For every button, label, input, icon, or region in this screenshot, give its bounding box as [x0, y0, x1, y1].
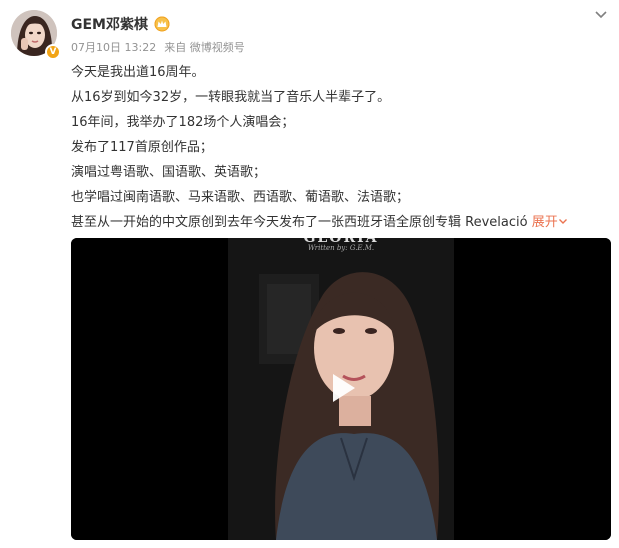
verified-badge-icon: V: [45, 44, 61, 60]
post-text-line: 发布了117首原创作品；: [71, 140, 213, 155]
source-name[interactable]: 微博视频号: [190, 41, 245, 54]
post-meta: 07月10日 13:22 来自 微博视频号: [71, 39, 245, 55]
expand-chevron-icon[interactable]: [558, 216, 568, 226]
expand-link[interactable]: 展开: [532, 215, 568, 230]
post-text-line: 也学唱过闽南语歌、马来语歌、西语歌、葡语歌、法语歌；: [71, 190, 410, 205]
post-text-line: 演唱过粤语歌、国语歌、英语歌；: [71, 165, 267, 180]
expand-label[interactable]: 展开: [532, 215, 558, 230]
post-text: 今天是我出道16周年。 从16岁到如今32岁，一转眼我就当了音乐人半辈子了。 1…: [71, 60, 611, 235]
video-player[interactable]: GLORIA Written by: G.E.M.: [71, 238, 611, 540]
author-name-row: GEM邓紫棋: [71, 14, 170, 34]
post-text-line: 从16岁到如今32岁，一转眼我就当了音乐人半辈子了。: [71, 90, 391, 105]
play-icon[interactable]: [317, 364, 365, 412]
post-text-line-last: 甚至从一开始的中文原创到去年今天发布了一张西班牙语全原创专辑 Revelació…: [71, 210, 611, 235]
post-date[interactable]: 07月10日 13:22: [71, 39, 156, 55]
chevron-down-icon[interactable]: [593, 6, 609, 22]
post-source: 来自 微博视频号: [164, 39, 245, 55]
crown-icon[interactable]: [154, 16, 170, 32]
post-text-line: 今天是我出道16周年。: [71, 65, 205, 80]
video-overlay-credit: Written by: G.E.M.: [307, 244, 375, 252]
source-prefix: 来自: [164, 41, 187, 54]
author-name[interactable]: GEM邓紫棋: [71, 14, 148, 34]
post-text-line: 16年间，我举办了182场个人演唱会；: [71, 115, 295, 130]
post-text-line: 甚至从一开始的中文原创到去年今天发布了一张西班牙语全原创专辑 Revelació: [71, 215, 528, 230]
